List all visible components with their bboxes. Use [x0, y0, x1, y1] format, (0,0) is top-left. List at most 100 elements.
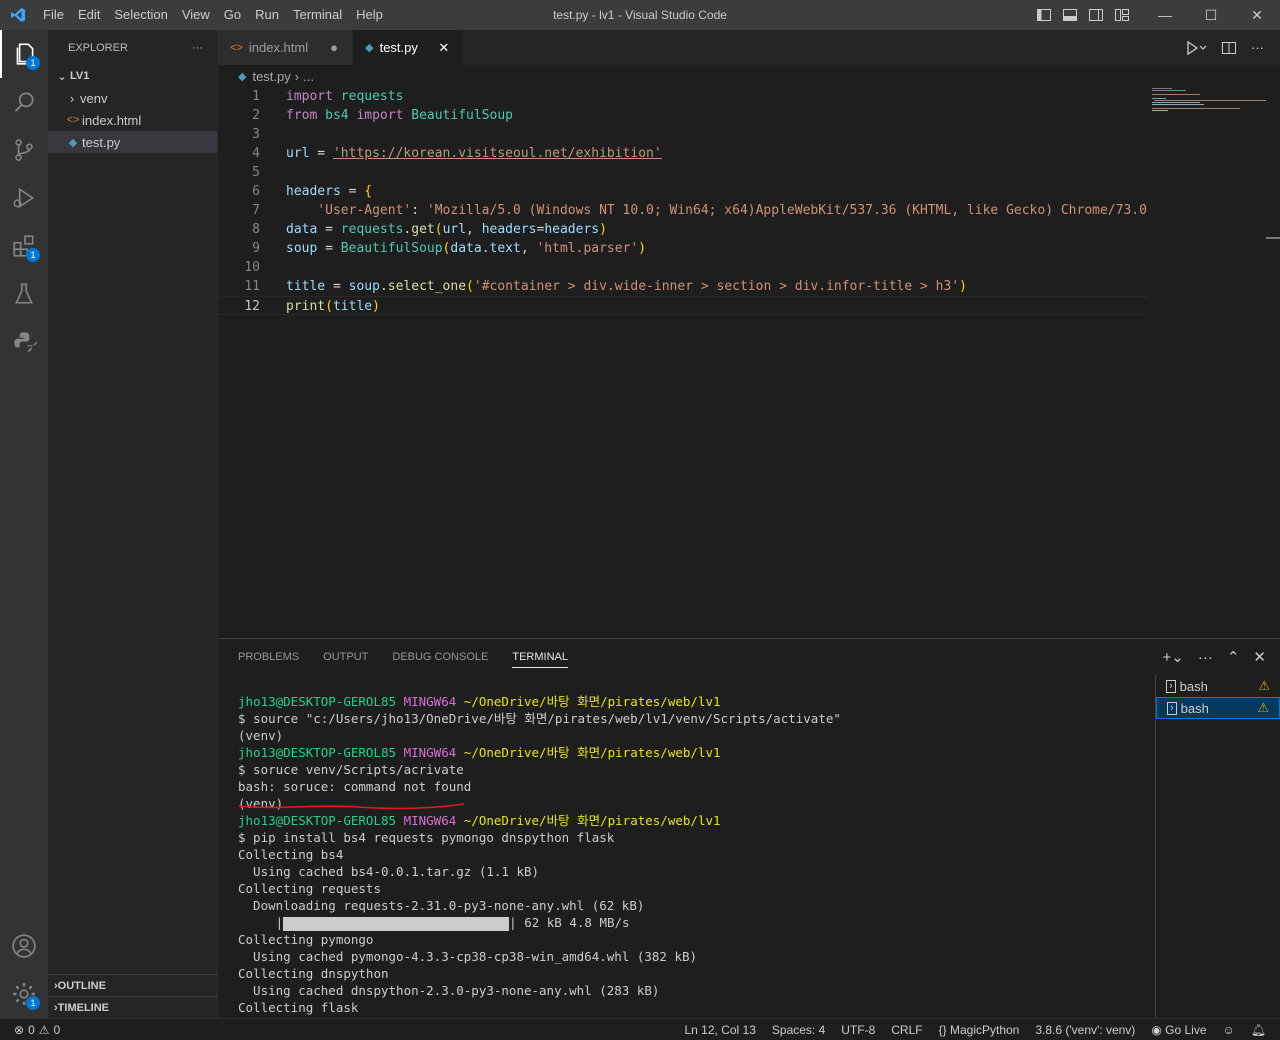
code-token: get: [411, 222, 435, 237]
terminal-instance[interactable]: › bash ⚠: [1156, 675, 1280, 697]
editor-more-actions-icon[interactable]: ···: [1251, 40, 1264, 55]
tab-test-py[interactable]: ◆ test.py ✕: [353, 30, 463, 65]
code-line: 9 soup = BeautifulSoup(data.text, 'html.p…: [218, 239, 1148, 258]
broadcast-icon: ◉: [1151, 1023, 1162, 1037]
code-line: 2 from bs4 import BeautifulSoup: [218, 106, 1148, 125]
bottom-panel: PROBLEMS OUTPUT DEBUG CONSOLE TERMINAL +…: [218, 638, 1280, 1019]
minimize-icon[interactable]: —: [1142, 0, 1188, 30]
terminal-instance-selected[interactable]: › bash ⚠: [1156, 697, 1280, 719]
code-token: BeautifulSoup: [411, 108, 513, 123]
tab-output[interactable]: OUTPUT: [323, 651, 368, 663]
editor-actions: ···: [1185, 30, 1264, 65]
error-count: 0: [28, 1022, 35, 1037]
close-panel-icon[interactable]: ✕: [1253, 648, 1266, 666]
explorer-icon[interactable]: 1: [0, 30, 48, 78]
toggle-secondary-sidebar-icon[interactable]: [1088, 7, 1104, 23]
source-control-icon[interactable]: [0, 126, 48, 174]
timeline-section[interactable]: › TIMELINE: [48, 996, 218, 1018]
toggle-primary-sidebar-icon[interactable]: [1036, 7, 1052, 23]
tree-item-test-py[interactable]: ◆ test.py: [48, 131, 217, 153]
problems-status[interactable]: ⊗ 0 ⚠ 0: [0, 1023, 60, 1037]
code-token: .: [379, 279, 388, 294]
code-token: headers: [544, 222, 600, 237]
workspace-root-label: LV1: [70, 70, 90, 82]
feedback-icon[interactable]: ☺: [1223, 1023, 1235, 1037]
code-line: 4 url = 'https://korean.visitseoul.net/ex…: [218, 144, 1148, 163]
terminal-line: Collecting flask: [238, 1000, 359, 1015]
menu-go[interactable]: Go: [217, 0, 248, 30]
menu-file[interactable]: File: [36, 0, 71, 30]
search-icon[interactable]: [0, 78, 48, 126]
timeline-label: TIMELINE: [57, 1001, 110, 1014]
testing-flask-icon[interactable]: [0, 270, 48, 318]
minimap[interactable]: [1148, 87, 1280, 637]
terminal-output[interactable]: jho13@DESKTOP-GEROL85 MINGW64 ~/OneDrive…: [238, 693, 1148, 1019]
encoding[interactable]: UTF-8: [841, 1023, 875, 1037]
code-token: ): [599, 222, 607, 237]
warning-count: 0: [53, 1022, 61, 1037]
tab-debug-console[interactable]: DEBUG CONSOLE: [392, 651, 488, 663]
customize-layout-icon[interactable]: [1114, 7, 1130, 23]
editor-tabs: <> index.html ● ◆ test.py ✕ ···: [218, 30, 1280, 65]
code-token: =: [340, 184, 365, 199]
run-python-file-icon[interactable]: [1185, 40, 1207, 56]
workspace-root[interactable]: ⌄ LV1: [48, 65, 217, 87]
python-interpreter[interactable]: 3.8.6 ('venv': venv): [1035, 1023, 1135, 1037]
tab-terminal[interactable]: TERMINAL: [512, 651, 568, 668]
line-number: 5: [252, 165, 260, 180]
tree-item-label: venv: [80, 90, 108, 106]
end-of-line[interactable]: CRLF: [891, 1023, 922, 1037]
run-debug-icon[interactable]: [0, 174, 48, 222]
outline-section[interactable]: › OUTLINE: [48, 974, 218, 996]
line-number: 2: [252, 108, 260, 123]
terminal-prompt: jho13@DESKTOP-GEROL85 MINGW64 ~/OneDrive…: [238, 745, 721, 760]
breadcrumb-file[interactable]: test.py: [252, 69, 290, 84]
menu-edit[interactable]: Edit: [71, 0, 107, 30]
outline-label: OUTLINE: [57, 979, 106, 992]
extensions-icon[interactable]: 1: [0, 222, 48, 270]
code-token: 'Mozilla/5.0 (Windows NT 10.0; Win64; x6…: [426, 203, 1148, 218]
menu-help[interactable]: Help: [349, 0, 390, 30]
menu-run[interactable]: Run: [248, 0, 286, 30]
cursor-position[interactable]: Ln 12, Col 13: [685, 1023, 756, 1037]
indentation[interactable]: Spaces: 4: [772, 1023, 825, 1037]
notifications-bell-icon[interactable]: 🔔︎: [1251, 1023, 1266, 1037]
python-icon[interactable]: [0, 318, 48, 366]
split-editor-icon[interactable]: [1221, 40, 1237, 56]
code-token: bs4: [325, 108, 349, 123]
tab-index-html[interactable]: <> index.html ●: [218, 30, 354, 65]
language-mode[interactable]: {} MagicPython: [939, 1023, 1020, 1037]
code-token: import: [356, 108, 404, 123]
tab-label: index.html: [248, 40, 309, 55]
tree-item-index-html[interactable]: <> index.html: [48, 109, 217, 131]
tab-problems[interactable]: PROBLEMS: [238, 651, 299, 663]
menu-terminal[interactable]: Terminal: [286, 0, 349, 30]
menu-view[interactable]: View: [175, 0, 217, 30]
more-actions-icon[interactable]: ···: [192, 42, 203, 54]
terminal-line: (venv): [238, 728, 284, 743]
panel-more-actions-icon[interactable]: ···: [1198, 649, 1213, 666]
maximize-icon[interactable]: ☐: [1188, 0, 1234, 30]
tree-item-venv[interactable]: › venv: [48, 87, 217, 109]
error-icon: ⊗: [14, 1022, 25, 1037]
new-terminal-icon[interactable]: +⌄: [1163, 648, 1184, 666]
code-url[interactable]: 'https://korean.visitseoul.net/exhibitio…: [333, 146, 662, 161]
code-token: 'User-Agent': [286, 203, 412, 218]
code-editor[interactable]: 1 import requests 2 from bs4 import Beauti…: [218, 87, 1148, 637]
close-tab-icon[interactable]: ✕: [436, 40, 452, 56]
code-line-current: 12 print(title): [218, 296, 1148, 315]
title-bar: File Edit Selection View Go Run Terminal…: [0, 0, 1280, 30]
maximize-panel-icon[interactable]: ⌃: [1227, 648, 1240, 666]
account-icon[interactable]: [0, 922, 48, 970]
unsaved-dot-icon[interactable]: ●: [326, 40, 342, 55]
toggle-panel-icon[interactable]: [1062, 7, 1078, 23]
terminal-line: Using cached bs4-0.0.1.tar.gz (1.1 kB): [238, 864, 540, 879]
breadcrumb-symbols[interactable]: ...: [303, 69, 314, 84]
close-window-icon[interactable]: ✕: [1234, 0, 1280, 30]
line-number: 9: [252, 241, 260, 256]
manage-gear-icon[interactable]: 1: [0, 970, 48, 1018]
warning-icon: ⚠: [38, 1022, 50, 1037]
go-live-button[interactable]: ◉ Go Live: [1151, 1023, 1206, 1037]
menu-selection[interactable]: Selection: [107, 0, 174, 30]
menu-bar: File Edit Selection View Go Run Terminal…: [36, 0, 390, 30]
